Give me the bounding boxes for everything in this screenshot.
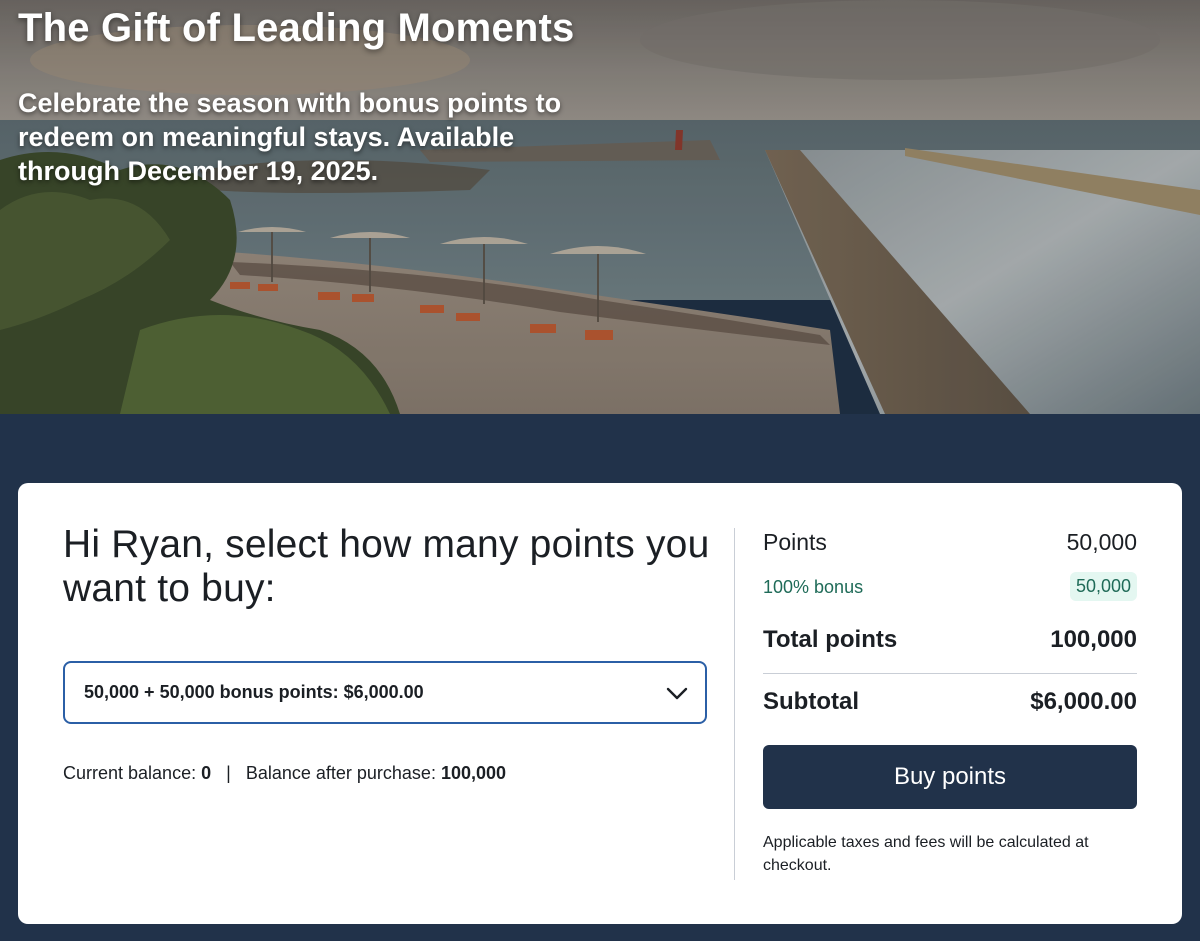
hero-title: The Gift of Leading Moments [18, 6, 575, 50]
summary-divider [763, 673, 1137, 674]
buy-points-button[interactable]: Buy points [763, 745, 1137, 809]
taxes-note: Applicable taxes and fees will be calcul… [763, 834, 1089, 874]
points-label: Points [763, 529, 827, 555]
current-balance-label: Current balance: [63, 763, 197, 783]
column-divider [734, 528, 735, 880]
points-value: 50,000 [1066, 529, 1137, 555]
current-balance-value: 0 [201, 763, 212, 783]
bonus-label: 100% bonus [763, 577, 864, 597]
after-purchase-value: 100,000 [440, 763, 507, 783]
after-purchase-label: Balance after purchase: [245, 763, 436, 783]
purchase-heading: Hi Ryan, select how many points you want… [63, 523, 710, 610]
total-points-label: Total points [763, 626, 898, 653]
points-package-select[interactable]: 50,000 + 50,000 bonus points: $6,000.00 [63, 661, 707, 724]
hero-photo [0, 0, 1200, 414]
purchase-card: Hi Ryan, select how many points you want… [18, 483, 1182, 924]
total-points-value: 100,000 [1050, 626, 1137, 653]
chevron-down-icon [666, 687, 688, 700]
selected-package-label: 50,000 + 50,000 bonus points: $6,000.00 [84, 682, 424, 702]
hero-banner: The Gift of Leading Moments Celebrate th… [0, 0, 1200, 414]
purchase-form: Hi Ryan, select how many points you want… [63, 523, 723, 783]
subtotal-label: Subtotal [763, 688, 859, 715]
subtotal-value: $6,000.00 [1030, 688, 1137, 715]
balance-separator: | [226, 763, 231, 783]
bonus-value-badge: 50,000 [1069, 572, 1137, 601]
balance-info: Current balance: 0 | Balance after purch… [63, 763, 506, 784]
hero-subtitle: Celebrate the season with bonus points t… [18, 88, 562, 186]
